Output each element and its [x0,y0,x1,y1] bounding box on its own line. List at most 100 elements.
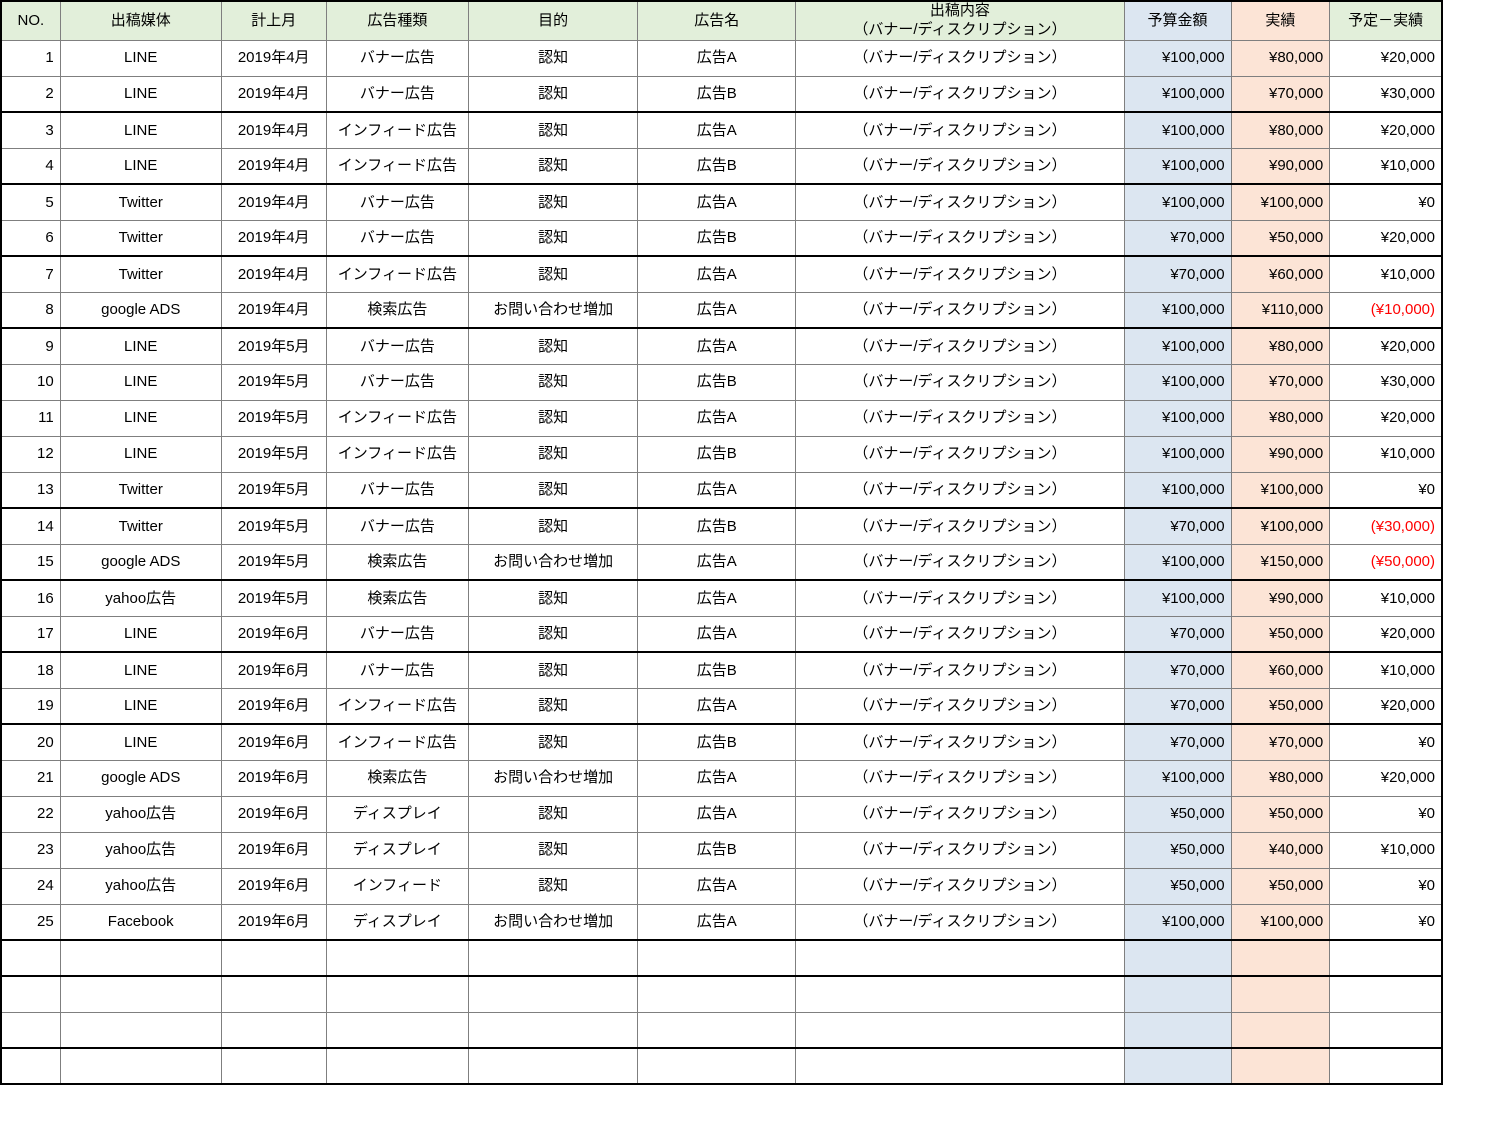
cell-adname[interactable]: 広告B [637,435,797,473]
cell-budget[interactable]: ¥100,000 [1123,579,1232,617]
cell-diff[interactable]: ¥10,000 [1329,435,1443,473]
cell-media[interactable]: yahoo広告 [59,831,222,869]
cell-actual-empty[interactable] [1230,939,1331,977]
cell-adtype[interactable]: インフィード広告 [325,147,470,185]
cell-month[interactable]: 2019年6月 [220,723,327,761]
cell-no[interactable]: 6 [0,219,61,257]
cell-diff[interactable]: ¥0 [1329,867,1443,905]
cell-purpose-empty[interactable] [467,1011,639,1049]
cell-actual[interactable]: ¥110,000 [1230,291,1331,329]
cell-no[interactable]: 19 [0,687,61,725]
cell-budget[interactable]: ¥50,000 [1123,867,1232,905]
cell-month[interactable]: 2019年5月 [220,327,327,365]
cell-no[interactable]: 3 [0,111,61,149]
cell-content[interactable]: （バナー/ディスクリプション） [795,651,1125,689]
cell-adtype[interactable]: ディスプレイ [325,831,470,869]
cell-purpose-empty[interactable] [467,939,639,977]
cell-budget-empty[interactable] [1123,939,1232,977]
cell-adtype[interactable]: インフィード [325,867,470,905]
cell-no[interactable]: 8 [0,291,61,329]
cell-media[interactable]: LINE [59,39,222,77]
cell-budget[interactable]: ¥70,000 [1123,507,1232,545]
cell-content[interactable]: （バナー/ディスクリプション） [795,435,1125,473]
cell-purpose[interactable]: お問い合わせ増加 [467,903,639,941]
cell-purpose[interactable]: 認知 [467,795,639,833]
cell-adname[interactable]: 広告A [637,111,797,149]
cell-no[interactable]: 11 [0,399,61,437]
cell-adtype[interactable]: バナー広告 [325,183,470,221]
cell-content[interactable]: （バナー/ディスクリプション） [795,219,1125,257]
cell-purpose[interactable]: お問い合わせ増加 [467,291,639,329]
cell-purpose[interactable]: 認知 [467,399,639,437]
cell-media-empty[interactable] [59,1047,222,1085]
cell-diff[interactable]: ¥10,000 [1329,147,1443,185]
cell-adtype[interactable]: バナー広告 [325,651,470,689]
cell-diff[interactable]: ¥20,000 [1329,111,1443,149]
cell-adname[interactable]: 広告A [637,39,797,77]
cell-adname[interactable]: 広告A [637,327,797,365]
cell-month-empty[interactable] [220,1011,327,1049]
cell-media[interactable]: google ADS [59,759,222,797]
cell-adtype[interactable]: インフィード広告 [325,111,470,149]
cell-no[interactable]: 13 [0,471,61,509]
cell-no[interactable]: 16 [0,579,61,617]
cell-media[interactable]: LINE [59,651,222,689]
cell-adname[interactable]: 広告B [637,219,797,257]
cell-adname[interactable]: 広告B [637,831,797,869]
cell-content[interactable]: （バナー/ディスクリプション） [795,723,1125,761]
cell-purpose[interactable]: 認知 [467,327,639,365]
cell-no[interactable]: 23 [0,831,61,869]
cell-no[interactable]: 21 [0,759,61,797]
cell-diff[interactable]: ¥0 [1329,183,1443,221]
cell-actual[interactable]: ¥50,000 [1230,795,1331,833]
cell-month[interactable]: 2019年5月 [220,543,327,581]
cell-adname[interactable]: 広告A [637,543,797,581]
cell-diff[interactable]: ¥20,000 [1329,327,1443,365]
cell-actual[interactable]: ¥100,000 [1230,507,1331,545]
column-header-content[interactable]: 出稿内容 （バナー/ディスクリプション） [795,0,1125,41]
cell-purpose[interactable]: 認知 [467,255,639,293]
cell-adtype[interactable]: インフィード広告 [325,399,470,437]
cell-actual-empty[interactable] [1230,975,1331,1013]
cell-month[interactable]: 2019年5月 [220,399,327,437]
cell-adname-empty[interactable] [637,1047,797,1085]
cell-no[interactable]: 10 [0,363,61,401]
cell-budget[interactable]: ¥50,000 [1123,831,1232,869]
column-header-diff[interactable]: 予定－実績 [1329,0,1443,41]
cell-no[interactable]: 14 [0,507,61,545]
cell-content[interactable]: （バナー/ディスクリプション） [795,327,1125,365]
cell-actual[interactable]: ¥100,000 [1230,903,1331,941]
cell-adname-empty[interactable] [637,1011,797,1049]
cell-adtype-empty[interactable] [325,1011,470,1049]
cell-purpose[interactable]: 認知 [467,579,639,617]
cell-media[interactable]: Twitter [59,255,222,293]
cell-actual[interactable]: ¥50,000 [1230,219,1331,257]
cell-budget[interactable]: ¥100,000 [1123,903,1232,941]
cell-no[interactable]: 20 [0,723,61,761]
cell-media[interactable]: yahoo広告 [59,579,222,617]
cell-media[interactable]: yahoo広告 [59,795,222,833]
cell-diff[interactable]: ¥20,000 [1329,399,1443,437]
cell-no[interactable]: 2 [0,75,61,113]
cell-adtype[interactable]: 検索広告 [325,759,470,797]
cell-actual[interactable]: ¥60,000 [1230,255,1331,293]
cell-no-empty[interactable] [0,1011,61,1049]
cell-adtype[interactable]: バナー広告 [325,75,470,113]
cell-purpose[interactable]: お問い合わせ増加 [467,759,639,797]
cell-adname[interactable]: 広告A [637,579,797,617]
cell-month[interactable]: 2019年6月 [220,867,327,905]
cell-content[interactable]: （バナー/ディスクリプション） [795,75,1125,113]
cell-month[interactable]: 2019年4月 [220,147,327,185]
cell-content[interactable]: （バナー/ディスクリプション） [795,795,1125,833]
cell-adname[interactable]: 広告A [637,795,797,833]
cell-adname[interactable]: 広告B [637,723,797,761]
cell-actual[interactable]: ¥100,000 [1230,183,1331,221]
cell-purpose[interactable]: 認知 [467,867,639,905]
cell-adname[interactable]: 広告A [637,291,797,329]
cell-adtype[interactable]: インフィード広告 [325,435,470,473]
cell-media[interactable]: LINE [59,111,222,149]
cell-media-empty[interactable] [59,939,222,977]
cell-media-empty[interactable] [59,1011,222,1049]
cell-actual[interactable]: ¥70,000 [1230,723,1331,761]
cell-diff[interactable]: ¥10,000 [1329,651,1443,689]
